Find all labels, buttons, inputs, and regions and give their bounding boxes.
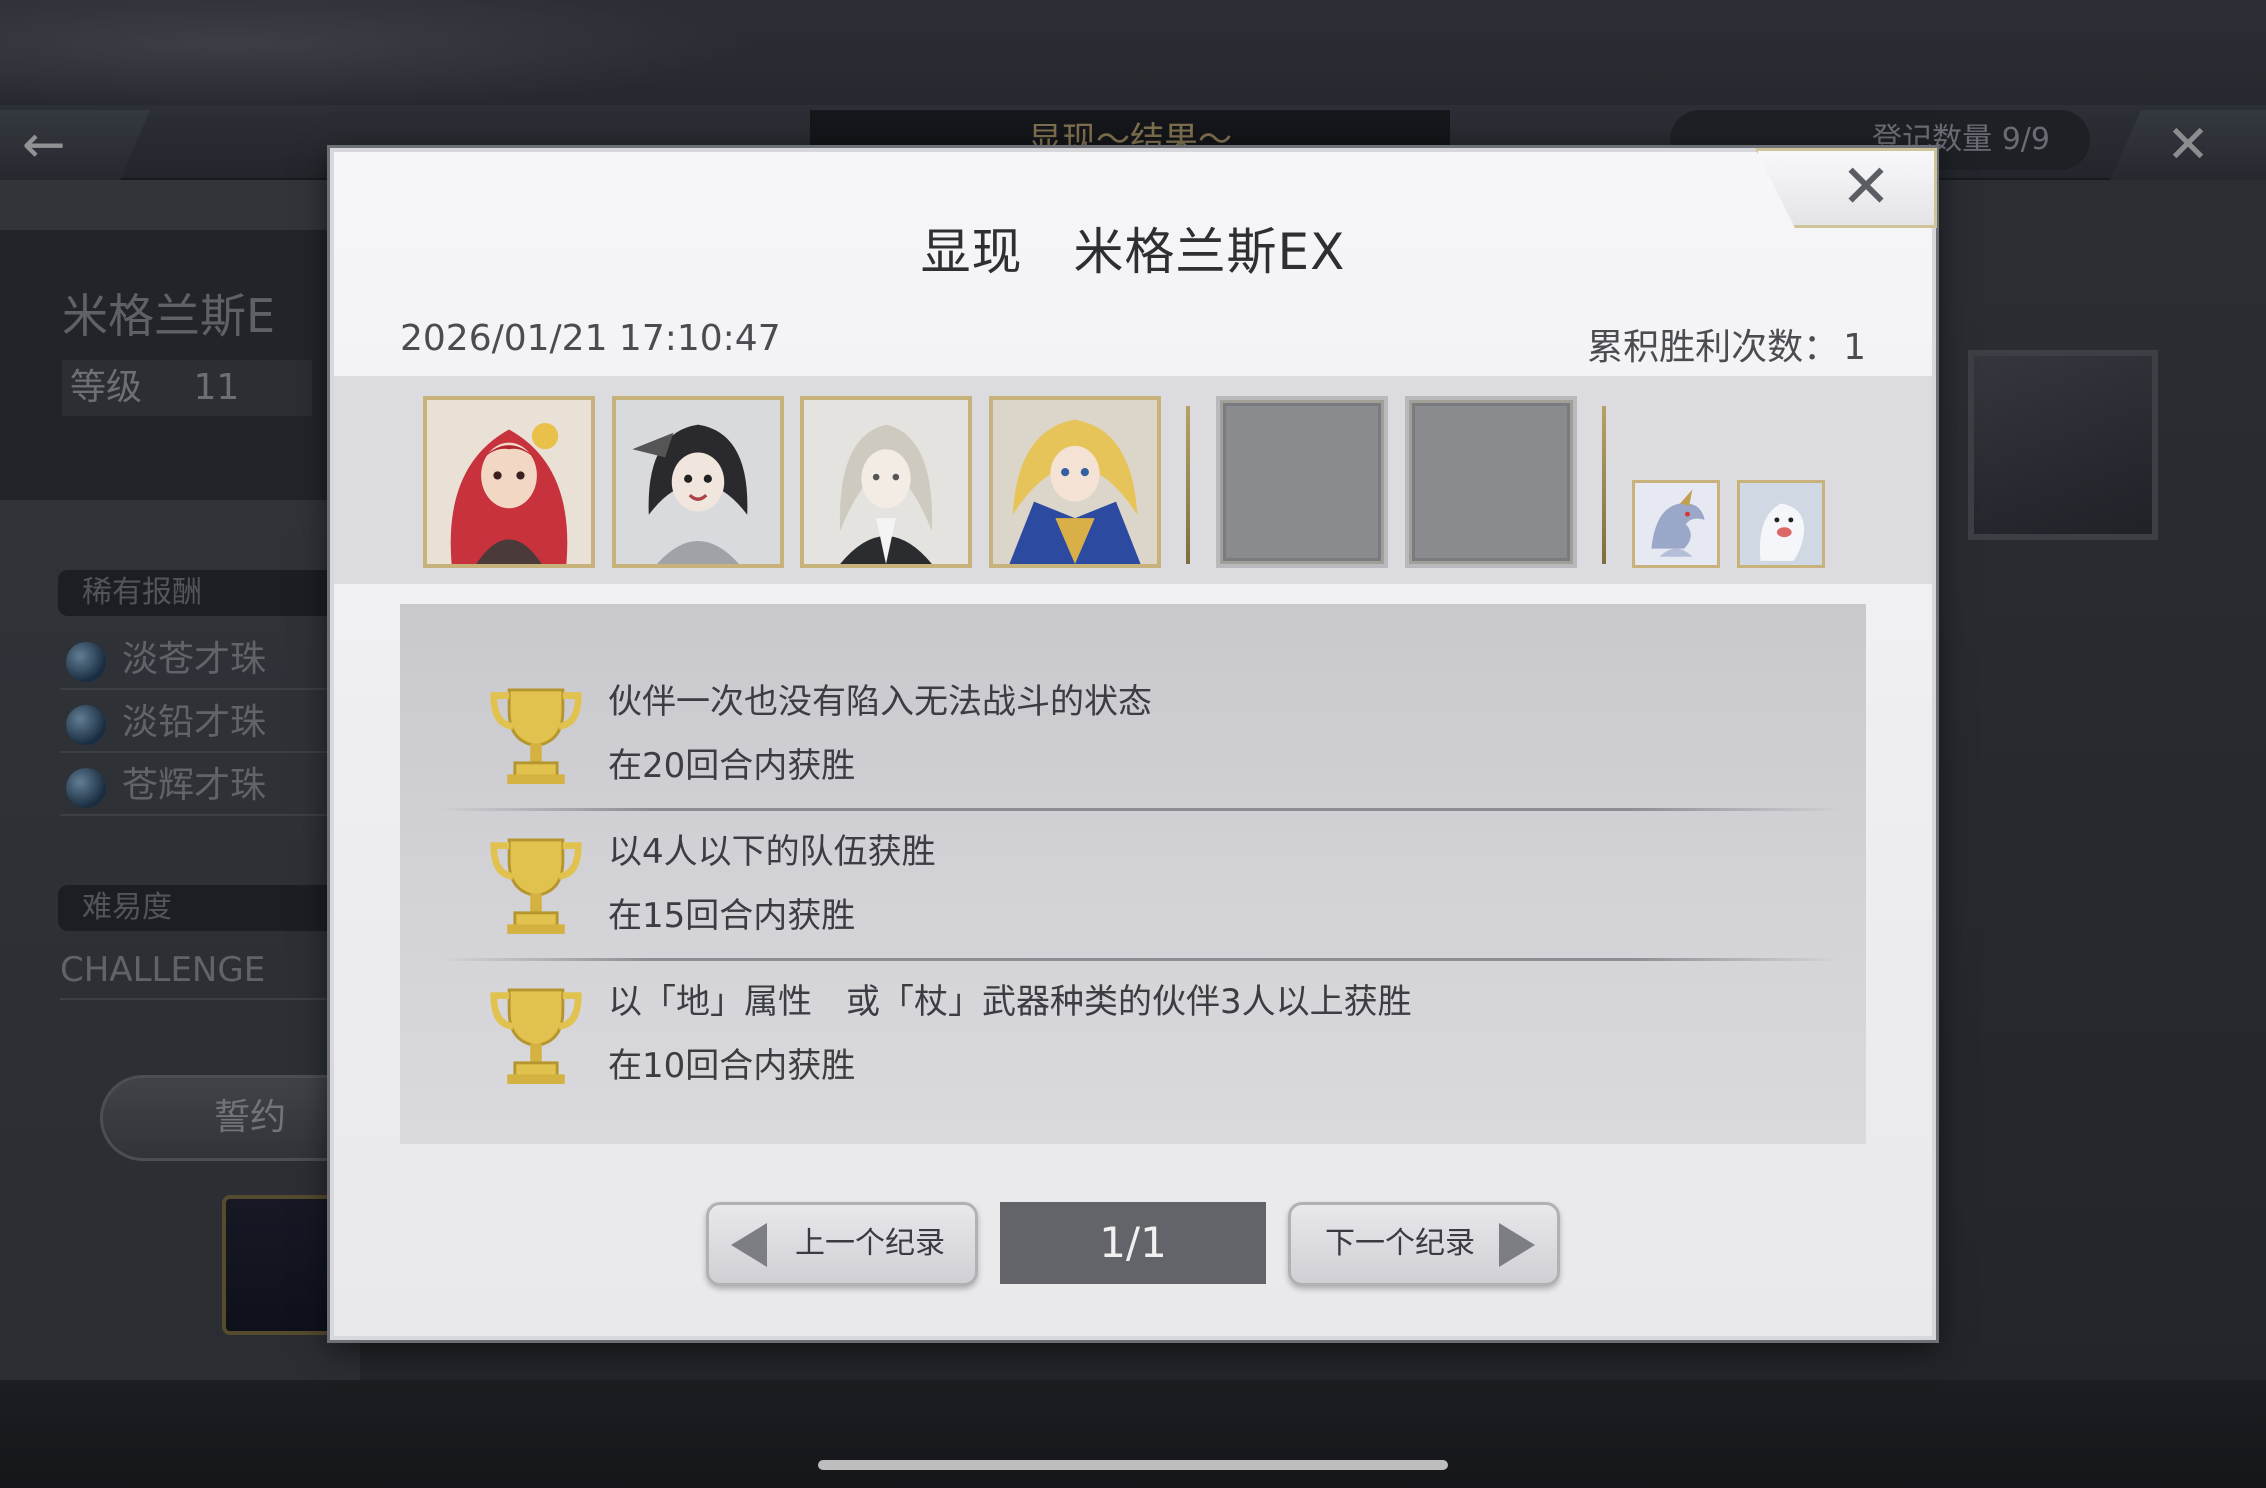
empty-party-slot[interactable] [1216,396,1388,568]
mission-row: 以「地」属性 或「杖」武器种类的伙伴3人以上获胜 在10回合内获胜 [430,960,1840,1110]
mission-turn-limit: 在15回合内获胜 [608,896,856,936]
seal-icon [1740,483,1822,565]
win-count-label: 累积胜利次数： [1587,327,1840,368]
dialog-title: 显现 米格兰斯EX [920,223,1346,281]
party-member-4[interactable] [989,396,1161,568]
page-indicator: 1/1 [1000,1202,1266,1284]
party-divider [1186,406,1190,564]
home-indicator[interactable] [818,1460,1448,1470]
mission-condition: 以「地」属性 或「杖」武器种类的伙伴3人以上获胜 [608,982,1412,1022]
mission-turn-limit: 在10回合内获胜 [608,1046,856,1086]
win-count-value: 1 [1843,327,1866,368]
companion-seal[interactable] [1737,480,1825,568]
arrow-left-icon [731,1223,767,1267]
character-portrait-icon [616,400,780,564]
mission-row: 伙伴一次也没有陷入无法战斗的状态 在20回合内获胜 [430,660,1840,810]
party-member-2[interactable] [612,396,784,568]
character-portrait-icon [427,400,591,564]
mission-condition: 伙伴一次也没有陷入无法战斗的状态 [608,682,1152,722]
companion-dragon[interactable] [1632,480,1720,568]
previous-record-label: 上一个纪录 [795,1226,945,1261]
character-portrait-icon [993,400,1157,564]
trophy-icon [490,838,582,934]
next-record-label: 下一个纪录 [1325,1226,1475,1261]
record-timestamp: 2026/01/21 17:10:47 [400,318,781,359]
empty-party-slot[interactable] [1405,396,1577,568]
win-count: 累积胜利次数： 1 [1583,318,1866,370]
previous-record-button[interactable]: 上一个纪录 [706,1202,978,1286]
party-divider [1602,406,1606,564]
character-portrait-icon [804,400,968,564]
arrow-right-icon [1499,1223,1535,1267]
next-record-button[interactable]: 下一个纪录 [1288,1202,1560,1286]
trophy-icon [490,688,582,784]
mission-turn-limit: 在20回合内获胜 [608,746,856,786]
party-member-1[interactable] [423,396,595,568]
trophy-icon [490,988,582,1084]
mission-condition: 以4人以下的队伍获胜 [608,832,936,872]
mission-row: 以4人以下的队伍获胜 在15回合内获胜 [430,810,1840,960]
party-member-3[interactable] [800,396,972,568]
dragon-icon [1635,483,1717,565]
